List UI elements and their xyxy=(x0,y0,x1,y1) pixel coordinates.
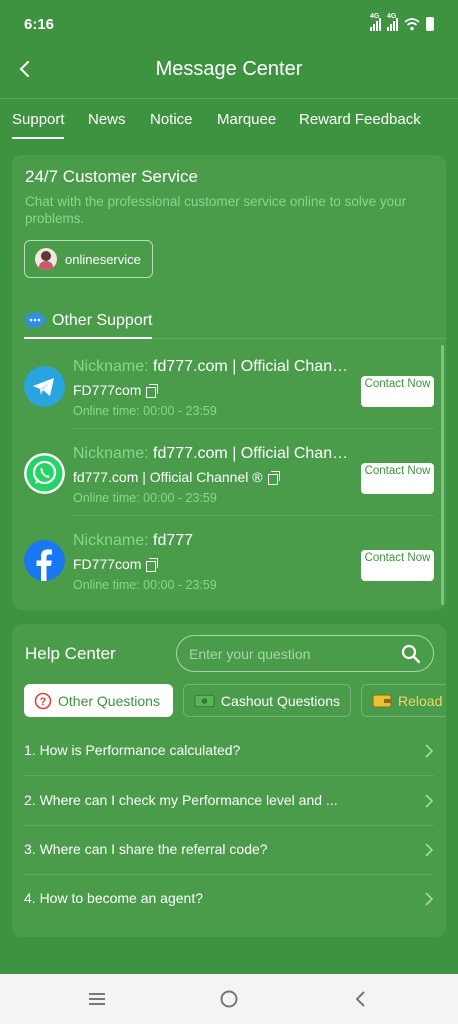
online-service-label: onlineservice xyxy=(65,251,141,267)
avatar xyxy=(35,248,57,270)
search-icon[interactable] xyxy=(401,644,421,664)
copy-icon[interactable] xyxy=(146,557,159,572)
list-item: Nickname: fd777.com | Official Channel F… xyxy=(24,342,434,429)
tab-reward-feedback[interactable]: Reward Feedback xyxy=(299,111,421,128)
chevron-right-icon xyxy=(425,744,434,758)
wallet-icon xyxy=(372,694,392,707)
list-item: Nickname: fd777.com | Official Channel f… xyxy=(24,429,434,516)
svg-text:?: ? xyxy=(40,696,47,708)
other-support-indicator xyxy=(24,337,152,339)
nickname: Nickname: fd777.com | Official Channel xyxy=(73,358,353,375)
tab-marquee[interactable]: Marquee xyxy=(217,111,276,128)
status-bar: 6:16 4G 4G xyxy=(0,0,458,50)
online-time: Online time: 00:00 - 23:59 xyxy=(73,578,217,592)
page-title: Message Center xyxy=(155,58,303,80)
customer-service-title: 24/7 Customer Service xyxy=(25,167,198,186)
help-center-title: Help Center xyxy=(25,644,116,663)
home-icon[interactable] xyxy=(218,988,240,1010)
contact-now-button[interactable]: Contact Now xyxy=(361,550,434,581)
whatsapp-icon xyxy=(24,453,65,494)
menu-icon[interactable] xyxy=(86,988,108,1010)
facebook-icon xyxy=(24,540,65,581)
faq-question: 2. Where can I check my Performance leve… xyxy=(24,792,338,808)
back-icon[interactable] xyxy=(350,988,372,1010)
chip-cashout-questions[interactable]: Cashout Questions xyxy=(183,684,351,717)
question-category-chips: ? Other Questions Cashout Questions Relo… xyxy=(24,684,446,718)
telegram-icon xyxy=(24,366,65,407)
faq-item[interactable]: 1. How is Performance calculated? xyxy=(24,726,434,776)
tab-bar: Support News Notice Marquee Reward Feedb… xyxy=(0,98,458,140)
online-service-button[interactable]: onlineservice xyxy=(24,240,153,278)
faq-item[interactable]: 2. Where can I check my Performance leve… xyxy=(24,776,434,826)
faq-item[interactable]: 4. How to become an agent? xyxy=(24,874,434,924)
other-support-tab[interactable]: Other Support xyxy=(24,303,153,339)
other-support-label: Other Support xyxy=(52,312,153,329)
app-header: Message Center xyxy=(0,50,458,92)
online-time: Online time: 00:00 - 23:59 xyxy=(73,404,217,418)
account: FD777com xyxy=(73,556,159,572)
support-card: 24/7 Customer Service Chat with the prof… xyxy=(12,155,446,610)
help-center-card: Help Center ? Other Questions Cashout Qu… xyxy=(12,624,446,937)
cashout-icon xyxy=(194,694,215,707)
list-item: Nickname: fd777 FD777com Online time: 00… xyxy=(24,516,434,603)
copy-icon[interactable] xyxy=(267,470,280,485)
contact-now-button[interactable]: Contact Now xyxy=(361,376,434,407)
chip-other-questions[interactable]: ? Other Questions xyxy=(24,684,173,717)
cell-signal-icon: 4G xyxy=(387,13,398,31)
cell-signal-icon: 4G xyxy=(370,13,381,31)
chevron-right-icon xyxy=(425,794,434,808)
tab-notice[interactable]: Notice xyxy=(150,111,193,128)
wifi-icon xyxy=(404,17,420,30)
chevron-right-icon xyxy=(425,843,434,857)
chip-reload[interactable]: Reload xyxy=(361,684,446,717)
faq-question: 4. How to become an agent? xyxy=(24,890,204,906)
tab-news[interactable]: News xyxy=(88,111,126,128)
account: fd777.com | Official Channel ® xyxy=(73,469,280,485)
faq-item[interactable]: 3. Where can I share the referral code? xyxy=(24,825,434,875)
nickname: Nickname: fd777.com | Official Channel xyxy=(73,445,353,462)
search-input[interactable] xyxy=(189,636,389,671)
copy-icon[interactable] xyxy=(146,383,159,398)
contact-now-button[interactable]: Contact Now xyxy=(361,463,434,494)
system-nav-bar xyxy=(0,974,458,1024)
customer-service-subtitle: Chat with the professional customer serv… xyxy=(25,194,407,226)
tab-support[interactable]: Support xyxy=(12,111,65,128)
account: FD777com xyxy=(73,382,159,398)
faq-question: 1. How is Performance calculated? xyxy=(24,742,241,758)
faq-question: 3. Where can I share the referral code? xyxy=(24,841,268,857)
help-circle-icon: ? xyxy=(34,692,52,709)
chevron-right-icon xyxy=(425,892,434,906)
online-time: Online time: 00:00 - 23:59 xyxy=(73,491,217,505)
status-icons: 4G 4G xyxy=(370,13,434,31)
status-time: 6:16 xyxy=(24,16,55,33)
battery-icon xyxy=(426,17,434,31)
active-tab-indicator xyxy=(12,137,64,139)
search-field[interactable] xyxy=(176,635,434,672)
chat-bubble-icon xyxy=(25,312,45,329)
nickname: Nickname: fd777 xyxy=(73,532,194,549)
scrollbar[interactable] xyxy=(441,345,444,605)
